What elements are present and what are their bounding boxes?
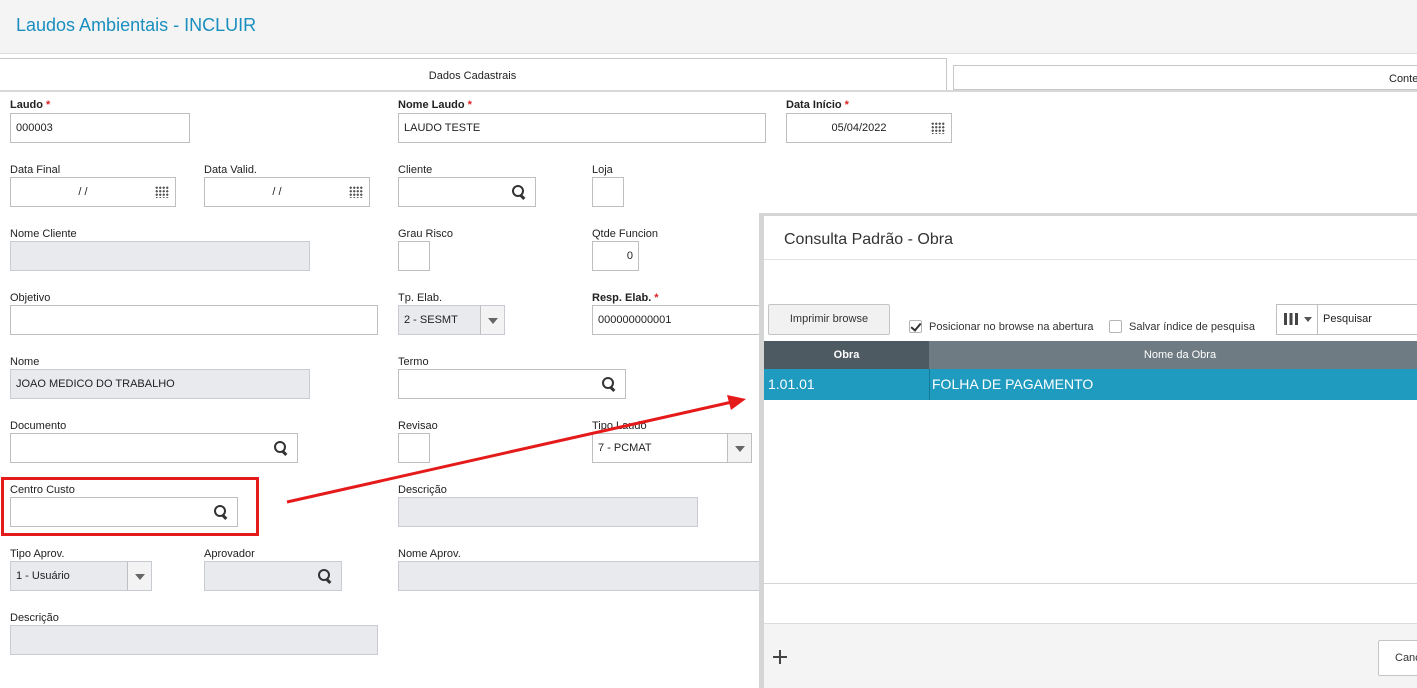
search-icon[interactable]: [274, 441, 288, 455]
grau-risco-input[interactable]: [398, 241, 430, 271]
data-valid-label: Data Valid.: [204, 164, 257, 176]
objetivo-label: Objetivo: [10, 292, 51, 304]
nome-cliente-label: Nome Cliente: [10, 228, 77, 240]
tab-bar: Dados Cadastrais Conte: [0, 54, 1417, 92]
resp-elab-input[interactable]: 000000000001: [592, 305, 772, 335]
save-index-label: Salvar índice de pesquisa: [1129, 321, 1255, 333]
cliente-label: Cliente: [398, 164, 433, 176]
qtde-funcion-label: Qtde Funcion: [592, 228, 659, 240]
columns-icon: [1284, 313, 1298, 325]
search-icon[interactable]: [318, 569, 332, 583]
nome-laudo-label: Nome Laudo *: [398, 99, 472, 111]
print-browse-button[interactable]: Imprimir browse: [768, 304, 890, 335]
data-valid-input[interactable]: / /: [204, 177, 370, 207]
data-inicio-label: Data Início *: [786, 99, 849, 111]
tipo-laudo-label: Tipo Laudo: [592, 420, 647, 432]
tab-divider: [0, 90, 1417, 92]
cliente-input[interactable]: [398, 177, 536, 207]
nome-aprov-input: [398, 561, 768, 591]
search-icon[interactable]: [512, 185, 526, 199]
calendar-icon[interactable]: [155, 186, 169, 198]
annotation-arrow-head: [727, 395, 746, 410]
revisao-label: Revisao: [398, 420, 438, 432]
table-row[interactable]: 1.01.01 FOLHA DE PAGAMENTO: [764, 369, 1417, 400]
termo-label: Termo: [398, 356, 429, 368]
laudo-input[interactable]: 000003: [10, 113, 190, 143]
objetivo-input[interactable]: [10, 305, 378, 335]
data-inicio-input[interactable]: 05/04/2022: [786, 113, 952, 143]
search-combo-value: Pesquisar: [1323, 313, 1372, 325]
position-browse-label: Posicionar no browse na abertura: [929, 321, 1094, 333]
cell-obra: 1.01.01: [768, 376, 815, 392]
window-title: Laudos Ambientais - INCLUIR: [16, 15, 257, 35]
descricao-2-label: Descrição: [10, 612, 59, 624]
tp-elab-select[interactable]: 2 - SESMT: [398, 305, 505, 335]
search-index-combo[interactable]: Pesquisar: [1276, 304, 1417, 335]
aprovador-input[interactable]: [204, 561, 342, 591]
chevron-down-icon[interactable]: [727, 434, 751, 462]
loja-label: Loja: [592, 164, 613, 176]
title-bar: Laudos Ambientais - INCLUIR: [0, 0, 1417, 54]
nome-laudo-input[interactable]: LAUDO TESTE: [398, 113, 766, 143]
column-header-obra[interactable]: Obra: [764, 341, 929, 369]
cell-nome-obra: FOLHA DE PAGAMENTO: [932, 376, 1094, 392]
page: Laudos Ambientais - INCLUIR Dados Cadast…: [0, 0, 1417, 688]
dialog-title: Consulta Padrão - Obra: [784, 231, 953, 248]
annotation-highlight-box: [1, 477, 259, 536]
data-final-label: Data Final: [10, 164, 61, 176]
tp-elab-label: Tp. Elab.: [398, 292, 443, 304]
move-icon[interactable]: [773, 650, 787, 664]
column-header-nome-obra[interactable]: Nome da Obra: [930, 341, 1417, 369]
nome-input: JOAO MEDICO DO TRABALHO: [10, 369, 310, 399]
resp-elab-label: Resp. Elab. *: [592, 292, 659, 304]
tipo-laudo-select[interactable]: 7 - PCMAT: [592, 433, 752, 463]
documento-label: Documento: [10, 420, 67, 432]
calendar-icon[interactable]: [349, 186, 363, 198]
laudo-label: Laudo *: [10, 99, 51, 111]
descricao-label: Descrição: [398, 484, 447, 496]
cancel-button[interactable]: Canc: [1378, 640, 1417, 676]
position-browse-checkbox[interactable]: [909, 320, 922, 333]
dialog-header-divider: [764, 259, 1417, 260]
qtde-funcion-input[interactable]: 0: [592, 241, 639, 271]
data-final-input[interactable]: / /: [10, 177, 176, 207]
chevron-down-icon[interactable]: [127, 562, 151, 590]
cell-separator: [929, 369, 930, 400]
search-icon[interactable]: [602, 377, 616, 391]
tipo-aprov-label: Tipo Aprov.: [10, 548, 65, 560]
tab-dados-cadastrais[interactable]: Dados Cadastrais: [0, 58, 947, 92]
columns-selector[interactable]: [1277, 305, 1318, 334]
grau-risco-label: Grau Risco: [398, 228, 454, 240]
nome-label: Nome: [10, 356, 40, 368]
chevron-down-icon: [1304, 317, 1312, 322]
tab-conteudo[interactable]: Conte: [953, 65, 1417, 90]
calendar-icon[interactable]: [931, 122, 945, 134]
grid-header: Obra Nome da Obra: [764, 341, 1417, 369]
nome-aprov-label: Nome Aprov.: [398, 548, 461, 560]
loja-input[interactable]: [592, 177, 624, 207]
grid-bottom-divider: [764, 583, 1417, 584]
revisao-input[interactable]: [398, 433, 430, 463]
termo-input[interactable]: [398, 369, 626, 399]
tipo-aprov-select[interactable]: 1 - Usuário: [10, 561, 152, 591]
nome-cliente-input: [10, 241, 310, 271]
consulta-padrao-dialog: Consulta Padrão - Obra Imprimir browse P…: [759, 213, 1417, 688]
save-index-checkbox[interactable]: [1109, 320, 1122, 333]
documento-input[interactable]: [10, 433, 298, 463]
chevron-down-icon[interactable]: [480, 306, 504, 334]
descricao-input: [398, 497, 698, 527]
descricao-2-input: [10, 625, 378, 655]
aprovador-label: Aprovador: [204, 548, 255, 560]
dialog-footer: Canc: [764, 623, 1417, 688]
